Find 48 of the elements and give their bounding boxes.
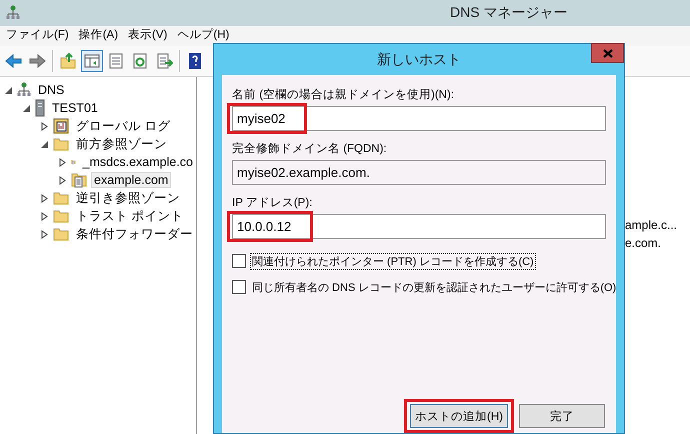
menu-item[interactable]: ファイル(F) bbox=[6, 27, 69, 42]
close-icon bbox=[602, 48, 612, 58]
tree-item[interactable]: _msdcs.example.co bbox=[80, 154, 196, 170]
readonly-field[interactable]: myise02.example.com. bbox=[232, 160, 606, 185]
add-host-button[interactable]: ホストの追加(H) bbox=[410, 404, 508, 428]
collapse-arrow-icon[interactable] bbox=[40, 140, 49, 148]
expand-arrow-icon[interactable] bbox=[58, 158, 67, 166]
menu-item[interactable]: ヘルプ(H) bbox=[177, 27, 230, 42]
checkbox[interactable] bbox=[232, 254, 246, 268]
expand-arrow-icon[interactable] bbox=[40, 212, 49, 220]
zone-icon bbox=[71, 172, 87, 188]
field-label: 名前 (空欄の場合は親ドメインを使用)(N): bbox=[232, 87, 454, 102]
list-item[interactable]: e.com. bbox=[625, 236, 678, 252]
network-icon bbox=[17, 82, 31, 98]
tree-item[interactable]: トラスト ポイント bbox=[73, 206, 186, 226]
expand-arrow-icon[interactable] bbox=[40, 230, 49, 238]
checkbox[interactable] bbox=[232, 280, 246, 294]
close-button[interactable] bbox=[591, 43, 624, 63]
menu-item[interactable]: 表示(V) bbox=[128, 27, 168, 42]
menu-item[interactable]: 操作(A) bbox=[78, 27, 118, 42]
pane-icon[interactable] bbox=[81, 50, 103, 72]
server-icon bbox=[35, 99, 45, 117]
collapse-arrow-icon[interactable] bbox=[4, 86, 13, 94]
folder-icon bbox=[53, 191, 69, 205]
folder-icon bbox=[53, 227, 69, 241]
expand-arrow-icon[interactable] bbox=[40, 122, 49, 130]
checkbox-label[interactable]: 同じ所有者名の DNS レコードの更新を認証されたユーザーに許可する(O) bbox=[250, 278, 618, 296]
network-icon bbox=[6, 5, 20, 21]
tree-item[interactable]: DNS bbox=[35, 82, 68, 98]
folder-icon bbox=[53, 209, 69, 223]
collapse-arrow-icon[interactable] bbox=[22, 104, 31, 112]
tree-item[interactable]: 条件付フォワーダー bbox=[73, 224, 196, 244]
expand-arrow-icon[interactable] bbox=[58, 176, 67, 184]
dialog-title: 新しいホスト bbox=[377, 50, 461, 68]
expand-arrow-icon[interactable] bbox=[40, 194, 49, 202]
tree-item[interactable]: 前方参照ゾーン bbox=[73, 134, 170, 154]
list-item[interactable]: ample.c... bbox=[625, 218, 678, 234]
tree-item[interactable]: グローバル ログ bbox=[73, 116, 174, 136]
tree-item[interactable]: TEST01 bbox=[49, 100, 101, 116]
field-label: IP アドレス(P): bbox=[232, 196, 312, 210]
checkbox-label[interactable]: 関連付けられたポインター (PTR) レコードを作成する(C) bbox=[250, 252, 536, 270]
done-button[interactable]: 完了 bbox=[519, 404, 605, 428]
field-label: 完全修飾ドメイン名 (FQDN): bbox=[232, 141, 387, 156]
tree-item[interactable]: example.com bbox=[91, 172, 172, 188]
window-title: DNS マネージャー bbox=[450, 4, 568, 22]
folder-icon bbox=[53, 137, 69, 151]
tree-item[interactable]: 逆引き参照ゾーン bbox=[73, 188, 183, 208]
log-icon bbox=[53, 118, 69, 134]
